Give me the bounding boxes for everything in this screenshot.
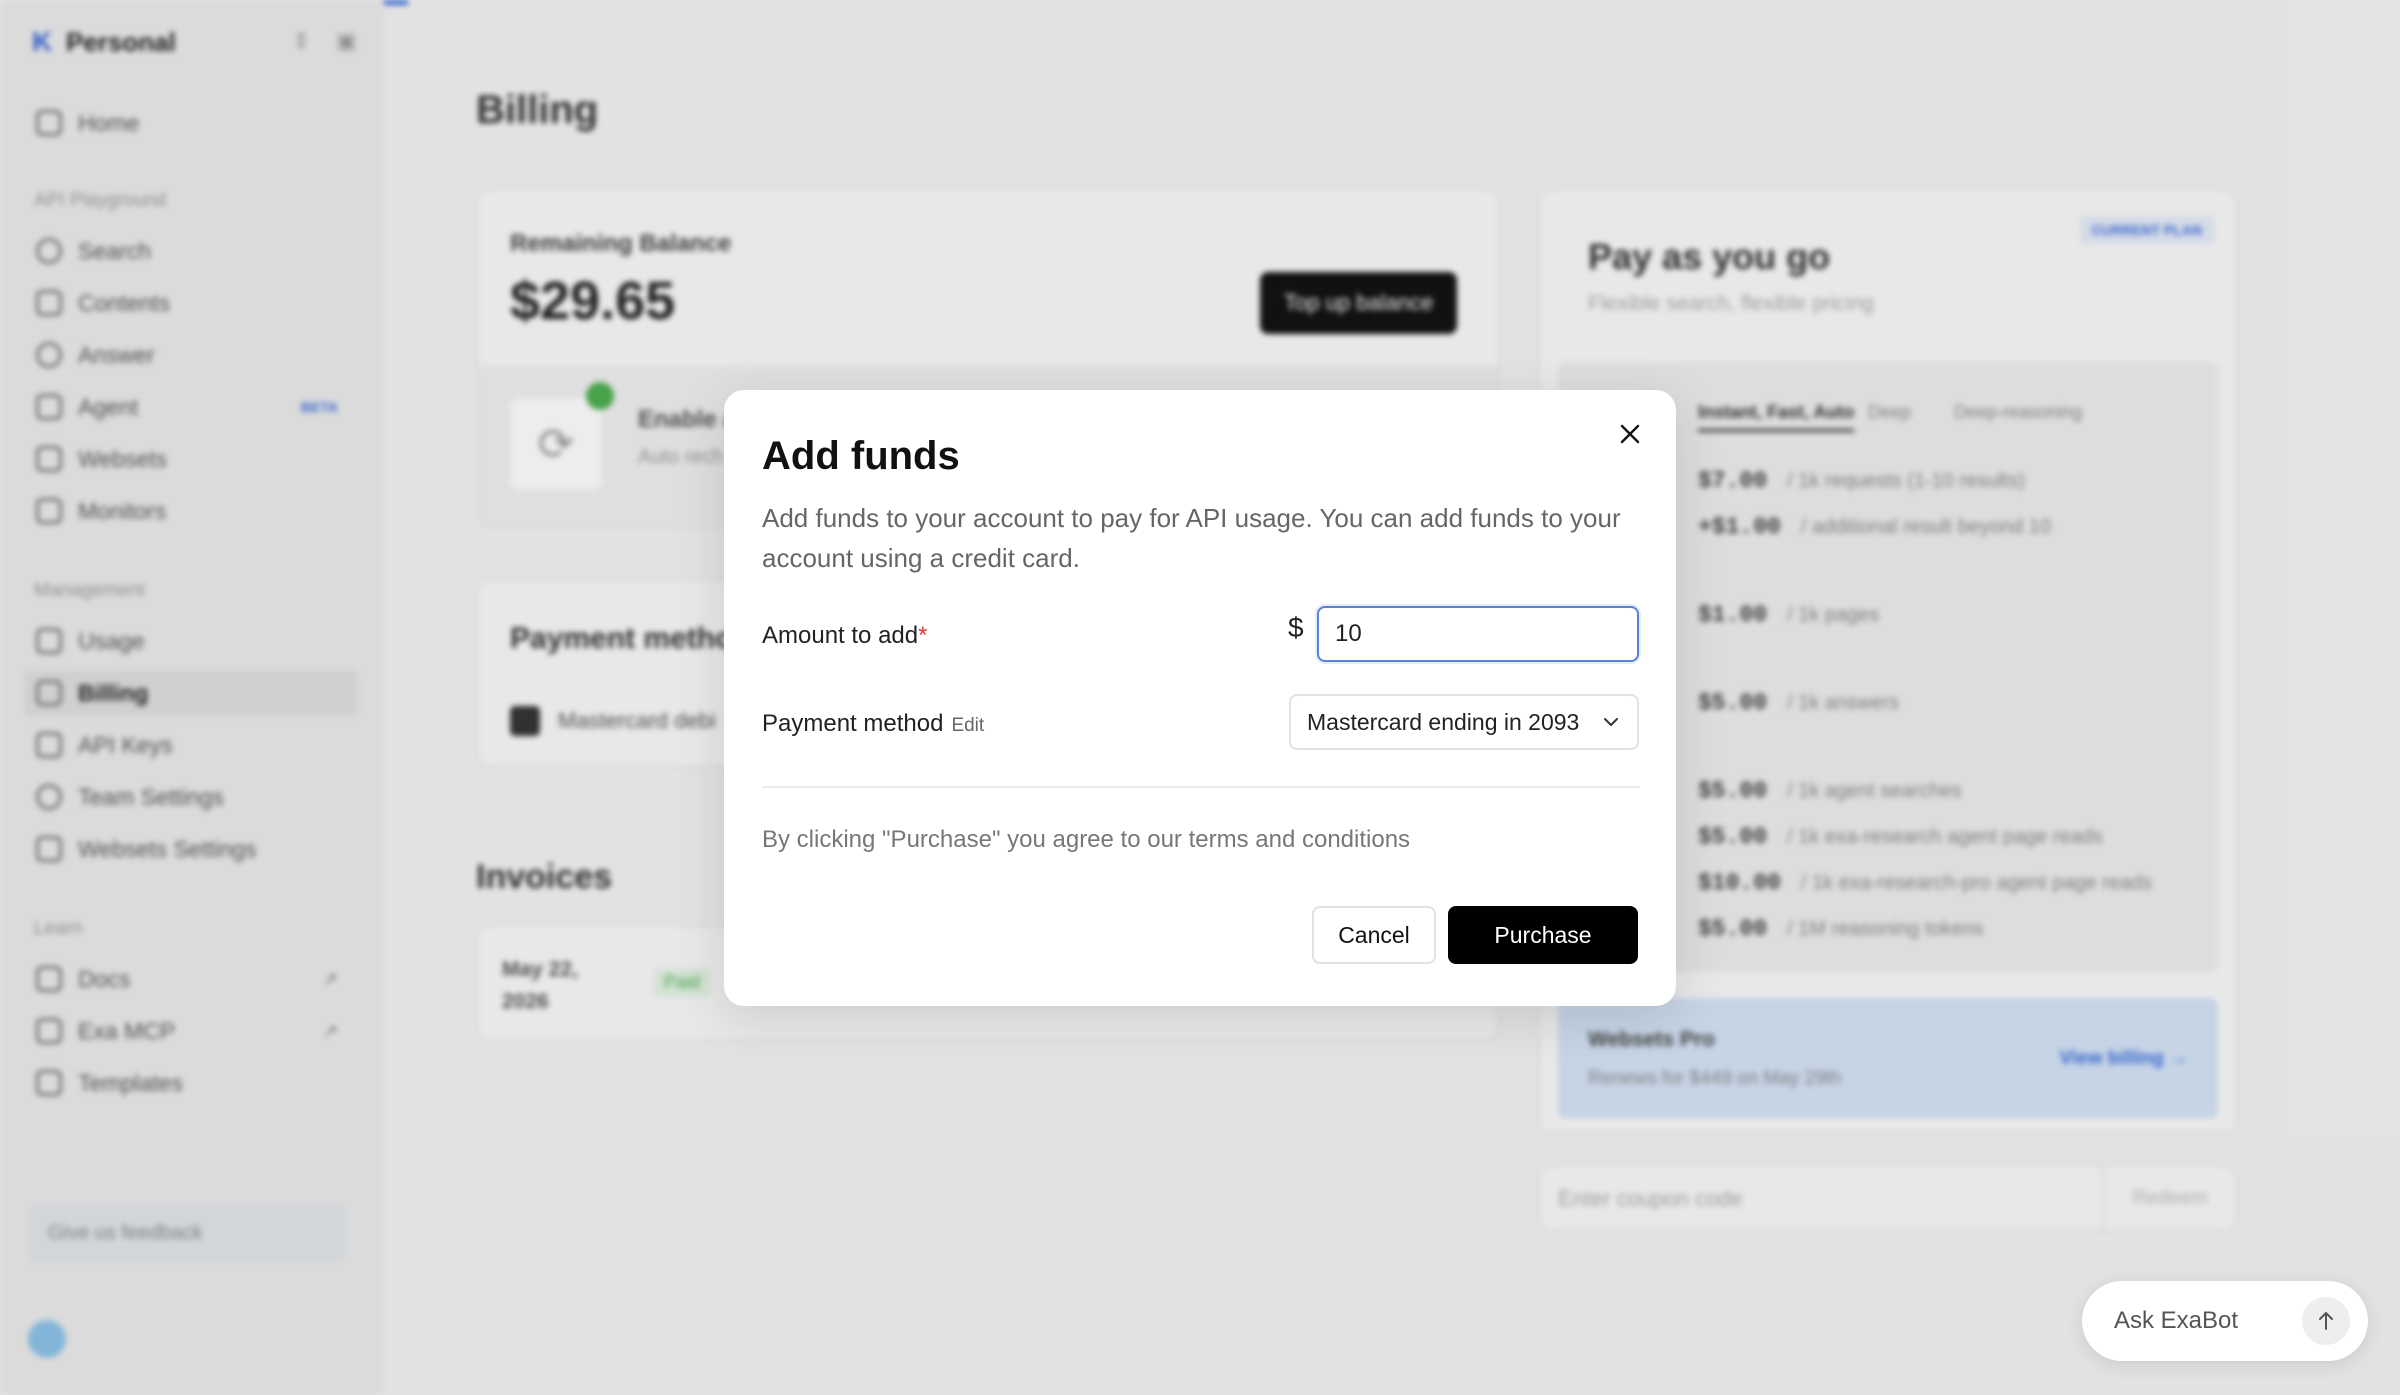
send-button[interactable] <box>2302 1297 2350 1345</box>
currency-symbol: $ <box>1288 612 1304 643</box>
dialog-title: Add funds <box>762 434 960 478</box>
add-funds-dialog: Add funds Add funds to your account to p… <box>724 390 1676 1006</box>
ask-exabot-label: Ask ExaBot <box>2114 1307 2239 1334</box>
terms-notice: By clicking "Purchase" you agree to our … <box>762 826 1411 853</box>
payment-method-selected: Mastercard ending in 2093 <box>1307 708 1580 735</box>
edit-payment-link[interactable]: Edit <box>951 715 984 736</box>
close-icon <box>1620 424 1640 444</box>
ask-exabot-widget[interactable]: Ask ExaBot <box>2082 1281 2368 1361</box>
close-button[interactable] <box>1610 414 1650 454</box>
chevron-down-icon <box>1604 718 1618 726</box>
amount-label-text: Amount to add <box>762 622 919 649</box>
payment-method-label: Payment method Edit <box>762 710 984 738</box>
amount-input[interactable] <box>1317 606 1639 662</box>
payment-method-label-text: Payment method <box>762 710 944 737</box>
required-marker: * <box>918 622 928 649</box>
dialog-description: Add funds to your account to pay for API… <box>762 503 1621 573</box>
payment-method-select[interactable]: Mastercard ending in 2093 <box>1289 694 1639 750</box>
divider <box>762 786 1640 788</box>
amount-label: Amount to add* <box>762 622 927 650</box>
arrow-up-icon <box>2319 1312 2333 1330</box>
cancel-button[interactable]: Cancel <box>1312 906 1436 964</box>
purchase-button[interactable]: Purchase <box>1448 906 1638 964</box>
